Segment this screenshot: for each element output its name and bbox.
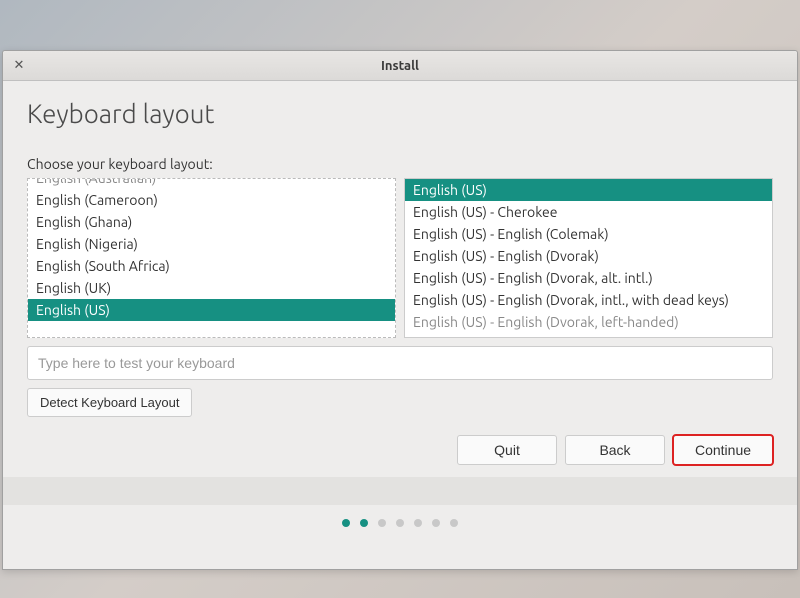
language-listbox[interactable]: English (Australian) English (Cameroon) … <box>27 178 396 338</box>
continue-button[interactable]: Continue <box>673 435 773 465</box>
close-button[interactable]: ✕ <box>9 56 29 76</box>
list-item[interactable]: English (Cameroon) <box>28 189 395 211</box>
progress-dot <box>378 519 386 527</box>
progress-dot <box>396 519 404 527</box>
progress-dot <box>360 519 368 527</box>
layout-lists: English (Australian) English (Cameroon) … <box>27 178 773 338</box>
page-heading: Keyboard layout <box>27 99 773 128</box>
detect-layout-button[interactable]: Detect Keyboard Layout <box>27 388 192 417</box>
progress-dot <box>450 519 458 527</box>
list-item[interactable]: English (Australian) <box>28 178 395 189</box>
progress-dot <box>342 519 350 527</box>
list-item[interactable]: English (UK) <box>28 277 395 299</box>
list-item[interactable]: English (Ghana) <box>28 211 395 233</box>
quit-button[interactable]: Quit <box>457 435 557 465</box>
progress-dot <box>414 519 422 527</box>
list-item[interactable]: English (US) - English (Dvorak, intl., w… <box>405 289 772 311</box>
list-item[interactable]: English (US) - English (Dvorak, alt. int… <box>405 267 772 289</box>
progress-dots <box>27 505 773 537</box>
window-title: Install <box>29 59 771 73</box>
back-button[interactable]: Back <box>565 435 665 465</box>
list-item-selected[interactable]: English (US) <box>405 179 772 201</box>
close-icon: ✕ <box>14 58 25 73</box>
list-item-selected[interactable]: English (US) <box>28 299 395 321</box>
list-item[interactable]: English (US) - Cherokee <box>405 201 772 223</box>
list-item[interactable]: English (US) - English (Colemak) <box>405 223 772 245</box>
footer-separator <box>3 477 797 505</box>
titlebar: ✕ Install <box>3 51 797 81</box>
content-area: Keyboard layout Choose your keyboard lay… <box>3 81 797 569</box>
installer-window: ✕ Install Keyboard layout Choose your ke… <box>2 50 798 570</box>
list-item[interactable]: English (US) - English (Dvorak) <box>405 245 772 267</box>
variant-listbox[interactable]: English (US) English (US) - Cherokee Eng… <box>404 178 773 338</box>
list-item[interactable]: English (Nigeria) <box>28 233 395 255</box>
keyboard-test-input[interactable] <box>27 346 773 380</box>
progress-dot <box>432 519 440 527</box>
list-item[interactable]: English (South Africa) <box>28 255 395 277</box>
nav-buttons: Quit Back Continue <box>27 435 773 465</box>
list-item[interactable]: English (US) - English (Dvorak, left-han… <box>405 311 772 333</box>
prompt-label: Choose your keyboard layout: <box>27 156 773 172</box>
